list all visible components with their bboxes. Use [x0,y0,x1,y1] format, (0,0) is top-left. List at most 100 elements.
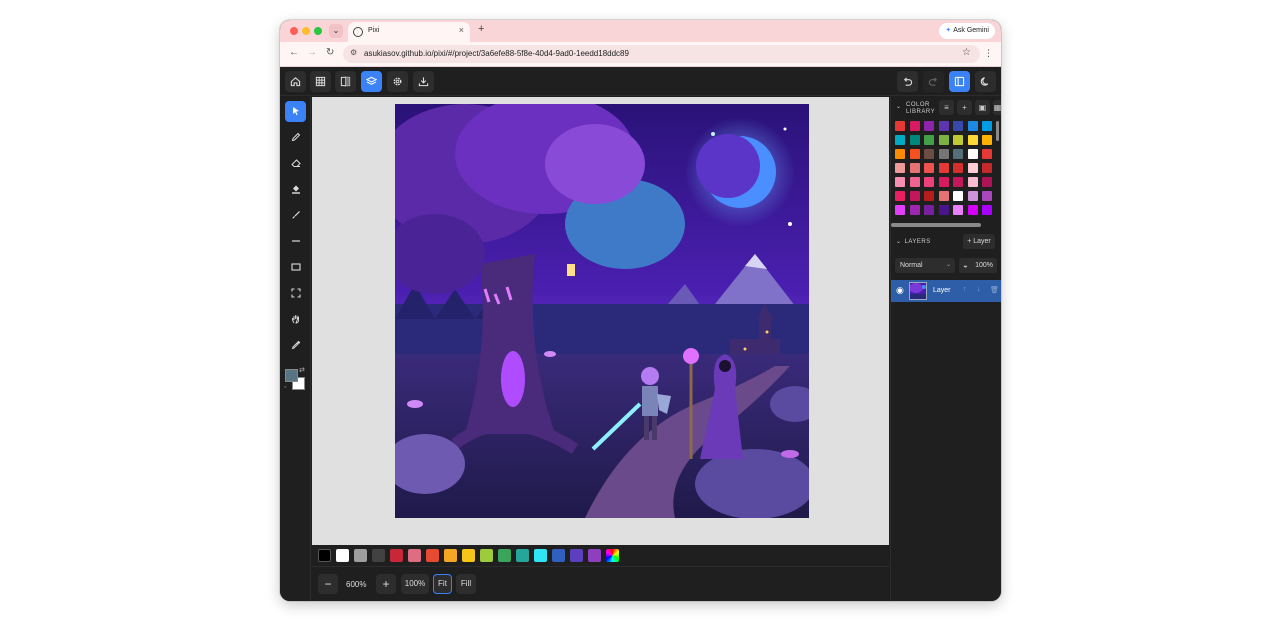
library-color-swatch[interactable] [938,177,949,187]
settings-button[interactable] [387,71,408,92]
maximize-window-button[interactable] [314,27,322,35]
library-color-swatch[interactable] [909,205,920,215]
zoom-fill-button[interactable]: Fill [456,574,476,594]
library-color-swatch[interactable] [982,149,992,159]
library-color-swatch[interactable] [909,149,920,159]
palette-swatch[interactable] [318,549,331,562]
move-layer-up-icon[interactable]: ↑ [963,286,967,293]
palette-swatch[interactable] [462,549,475,562]
palette-swatch[interactable] [336,549,349,562]
ask-gemini-button[interactable]: ✦ Ask Gemini [939,23,995,39]
library-color-swatch[interactable] [953,163,963,173]
site-info-icon[interactable]: ⚙ [350,48,357,57]
palette-swatch[interactable] [516,549,529,562]
zoom-out-button[interactable]: − [318,574,338,594]
palette-swatch[interactable] [480,549,493,562]
library-color-swatch[interactable] [938,191,949,201]
grid-button[interactable] [310,71,331,92]
library-color-swatch[interactable] [953,121,963,131]
layers-button[interactable] [361,71,382,92]
palette-swatch[interactable] [372,549,385,562]
delete-layer-icon[interactable]: 🗑 [990,286,999,294]
panel-toggle-button[interactable] [949,71,970,92]
undo-button[interactable] [897,71,918,92]
sort-colors-button[interactable]: ≡ [939,100,954,115]
palette-swatch[interactable] [498,549,511,562]
fill-tool[interactable] [285,179,306,200]
back-icon[interactable]: ← [289,47,299,58]
library-color-swatch[interactable] [953,149,963,159]
download-button[interactable] [413,71,434,92]
library-color-swatch[interactable] [953,177,963,187]
palette-swatch[interactable] [534,549,547,562]
color-library-header[interactable]: ⌄ COLOR LIBRARY [896,102,935,116]
library-color-swatch[interactable] [895,177,905,187]
palette-swatch[interactable] [588,549,601,562]
palette-swatch[interactable] [570,549,583,562]
custom-color-picker-swatch[interactable] [606,549,619,562]
library-color-swatch[interactable] [895,191,905,201]
library-color-swatch[interactable] [909,121,920,131]
layer-row[interactable]: ◉ Layer ↑ ↓ 🗑 [891,280,1001,302]
palette-swatch[interactable] [390,549,403,562]
library-color-swatch[interactable] [924,135,934,145]
zoom-100-button[interactable]: 100% [401,574,429,594]
library-color-swatch[interactable] [953,205,963,215]
line-tool[interactable] [285,231,306,252]
home-button[interactable] [285,71,306,92]
library-color-swatch[interactable] [938,135,949,145]
rectangle-tool[interactable] [285,257,306,278]
color-library-vscroll[interactable] [996,121,999,141]
select-tool[interactable] [285,101,306,122]
layer-opacity-input[interactable]: ◒ 100% [959,258,997,273]
more-palette-button[interactable]: ▦ [993,100,1001,115]
color-library-hscroll[interactable] [891,223,981,227]
library-color-swatch[interactable] [909,191,920,201]
pencil-tool[interactable] [285,127,306,148]
library-color-swatch[interactable] [924,205,934,215]
library-color-swatch[interactable] [938,149,949,159]
brush-tool[interactable] [285,205,306,226]
library-color-swatch[interactable] [924,163,934,173]
library-color-swatch[interactable] [982,163,992,173]
move-layer-down-icon[interactable]: ↓ [977,286,981,293]
library-color-swatch[interactable] [982,135,992,145]
layer-name[interactable]: Layer [933,287,951,294]
browser-tab[interactable]: Pixi × [348,22,470,42]
blend-mode-select[interactable]: Normal ⌄ [895,258,955,273]
library-color-swatch[interactable] [895,205,905,215]
library-color-swatch[interactable] [909,135,920,145]
library-color-swatch[interactable] [982,205,992,215]
library-color-swatch[interactable] [938,163,949,173]
library-color-swatch[interactable] [982,177,992,187]
eyedropper-tool[interactable] [285,335,306,356]
library-color-swatch[interactable] [895,135,905,145]
library-color-swatch[interactable] [895,163,905,173]
minimize-window-button[interactable] [302,27,310,35]
library-color-swatch[interactable] [938,205,949,215]
foreground-color-swatch[interactable] [285,369,298,382]
swap-colors-icon[interactable]: ⇄ [299,366,305,374]
library-color-swatch[interactable] [967,135,978,145]
import-palette-button[interactable]: ▣ [975,100,990,115]
library-color-swatch[interactable] [895,121,905,131]
library-color-swatch[interactable] [967,121,978,131]
reset-colors-icon[interactable]: ◦ [284,384,286,391]
library-color-swatch[interactable] [982,191,992,201]
library-color-swatch[interactable] [982,121,992,131]
library-color-swatch[interactable] [967,149,978,159]
close-window-button[interactable] [290,27,298,35]
tab-search-button[interactable]: ⌄ [329,24,343,38]
pixel-art-canvas[interactable] [395,104,809,518]
zoom-in-button[interactable]: + [376,574,396,594]
hand-tool[interactable] [285,309,306,330]
library-color-swatch[interactable] [953,135,963,145]
library-color-swatch[interactable] [909,177,920,187]
palette-swatch[interactable] [444,549,457,562]
tab-close-icon[interactable]: × [459,25,464,35]
library-color-swatch[interactable] [924,121,934,131]
canvas-area[interactable] [312,97,889,545]
palette-swatch[interactable] [408,549,421,562]
library-color-swatch[interactable] [909,163,920,173]
new-tab-button[interactable]: + [478,23,484,35]
